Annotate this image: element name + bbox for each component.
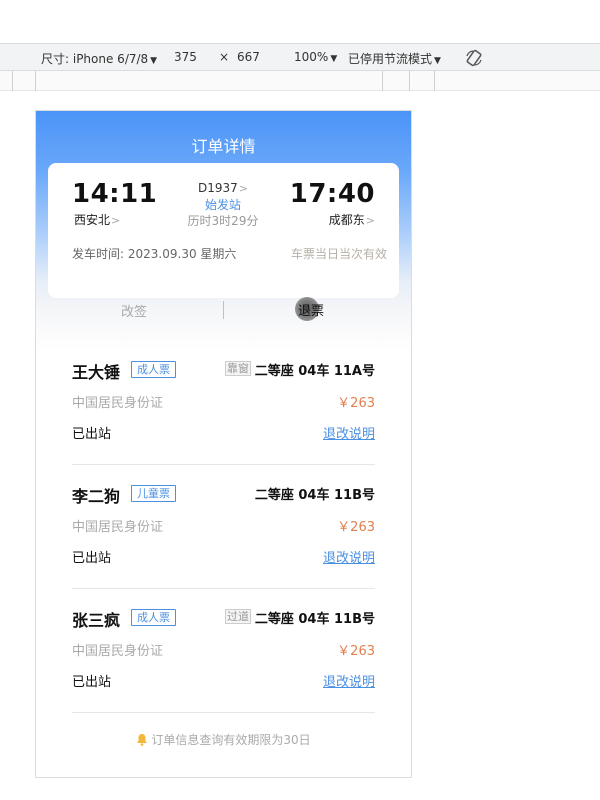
media-query-ruler	[0, 71, 600, 91]
ruler-tick	[35, 71, 36, 91]
origin-station-tag: 始发站	[204, 198, 241, 212]
refund-rules-link[interactable]: 退改说明	[323, 671, 375, 690]
ruler-tick	[382, 71, 383, 91]
id-type: 中国居民身份证	[72, 396, 164, 411]
dropdown-caret-icon: ▼	[150, 56, 158, 66]
chevron-right-icon: >	[238, 182, 248, 195]
rotate-icon[interactable]	[464, 48, 484, 68]
train-number[interactable]: D1937>	[158, 181, 288, 195]
divider	[72, 712, 375, 713]
device-select[interactable]: 尺寸: iPhone 6/7/8 ▼	[41, 50, 157, 67]
ticket-type-badge: 成人票	[131, 361, 176, 378]
zoom-select[interactable]: 100% ▼	[294, 50, 337, 64]
footer-note-text: 订单信息查询有效期限为30日	[151, 733, 311, 747]
zoom-label: 100%	[294, 50, 329, 64]
depart-station-label: 西安北	[74, 213, 111, 227]
ticket-status: 已出站	[72, 551, 112, 566]
divider	[72, 588, 375, 589]
dimension-separator: ×	[219, 50, 230, 64]
passenger-name: 张三疯	[72, 611, 121, 630]
departure-date: 2023.09.30 星期六	[127, 247, 237, 261]
device-viewport: 订单详情 14:11 西安北> D1937> 始发站 历时3时29分 17:40…	[35, 110, 412, 778]
dropdown-caret-icon: ▼	[330, 54, 338, 64]
id-type: 中国居民身份证	[72, 520, 164, 535]
ticket-status: 已出站	[72, 675, 112, 690]
seat-position-tag: 靠窗	[225, 361, 251, 376]
dropdown-caret-icon: ▼	[434, 56, 441, 66]
passenger-name: 王大锤	[72, 363, 121, 382]
arrive-time: 17:40	[289, 179, 375, 209]
throttle-select[interactable]: 已停用节流模式 ▼	[348, 50, 441, 67]
action-tabs: 改签 退票	[36, 291, 411, 331]
throttle-label: 已停用节流模式	[348, 52, 433, 66]
device-select-label: 尺寸: iPhone 6/7/8	[41, 52, 149, 66]
page-title: 订单详情	[191, 137, 256, 156]
ruler-tick	[12, 71, 13, 91]
ticket-type-badge: 儿童票	[131, 485, 176, 502]
refund-rules-link[interactable]: 退改说明	[323, 547, 375, 566]
divider	[72, 464, 375, 465]
devtools-device-toolbar: 尺寸: iPhone 6/7/8 ▼ 375 × 667 100% ▼ 已停用节流模…	[0, 43, 600, 71]
seat-info: 二等座 04车 11A号	[254, 364, 375, 379]
depart-station[interactable]: 西安北>	[74, 211, 120, 228]
train-number-label: D1937	[198, 181, 238, 195]
passenger-item: 张三疯 成人票 过道 二等座 04车 11B号 中国居民身份证 ￥263 已出站…	[72, 607, 375, 725]
departure-date-row: 发车时间: 2023.09.30 星期六	[72, 245, 236, 262]
passenger-item: 王大锤 成人票 靠窗 二等座 04车 11A号 中国居民身份证 ￥263 已出站…	[72, 359, 375, 477]
width-input[interactable]: 375	[174, 50, 197, 64]
chevron-right-icon: >	[365, 214, 375, 227]
depart-time: 14:11	[72, 179, 158, 209]
ticket-price: ￥263	[337, 520, 375, 535]
footer-note: 订单信息查询有效期限为30日	[36, 731, 411, 748]
departure-date-label: 发车时间:	[72, 247, 125, 261]
bell-icon	[137, 734, 148, 746]
arrive-station-label: 成都东	[328, 213, 365, 227]
ticket-status: 已出站	[72, 427, 112, 442]
ticket-price: ￥263	[337, 644, 375, 659]
ticket-validity: 车票当日当次有效	[290, 247, 387, 261]
height-input[interactable]: 667	[237, 50, 260, 64]
ruler-tick	[409, 71, 410, 91]
ruler-tick	[434, 71, 435, 91]
change-ticket-button[interactable]: 改签	[121, 301, 147, 320]
ticket-price: ￥263	[337, 396, 375, 411]
arrive-station[interactable]: 成都东>	[329, 211, 375, 228]
trip-duration: 历时3时29分	[187, 214, 259, 228]
refund-rules-link[interactable]: 退改说明	[323, 423, 375, 442]
chevron-right-icon: >	[111, 214, 121, 227]
tab-divider	[223, 301, 224, 319]
seat-position-tag: 过道	[225, 609, 251, 624]
ticket-type-badge: 成人票	[131, 609, 176, 626]
seat-info: 二等座 04车 11B号	[254, 612, 375, 627]
passenger-item: 李二狗 儿童票 二等座 04车 11B号 中国居民身份证 ￥263 已出站 退改…	[72, 483, 375, 601]
refund-ticket-button[interactable]: 退票	[298, 300, 324, 319]
seat-info: 二等座 04车 11B号	[254, 488, 375, 503]
id-type: 中国居民身份证	[72, 644, 164, 659]
passenger-name: 李二狗	[72, 487, 121, 506]
trip-card: 14:11 西安北> D1937> 始发站 历时3时29分 17:40 成都东>…	[48, 163, 399, 298]
